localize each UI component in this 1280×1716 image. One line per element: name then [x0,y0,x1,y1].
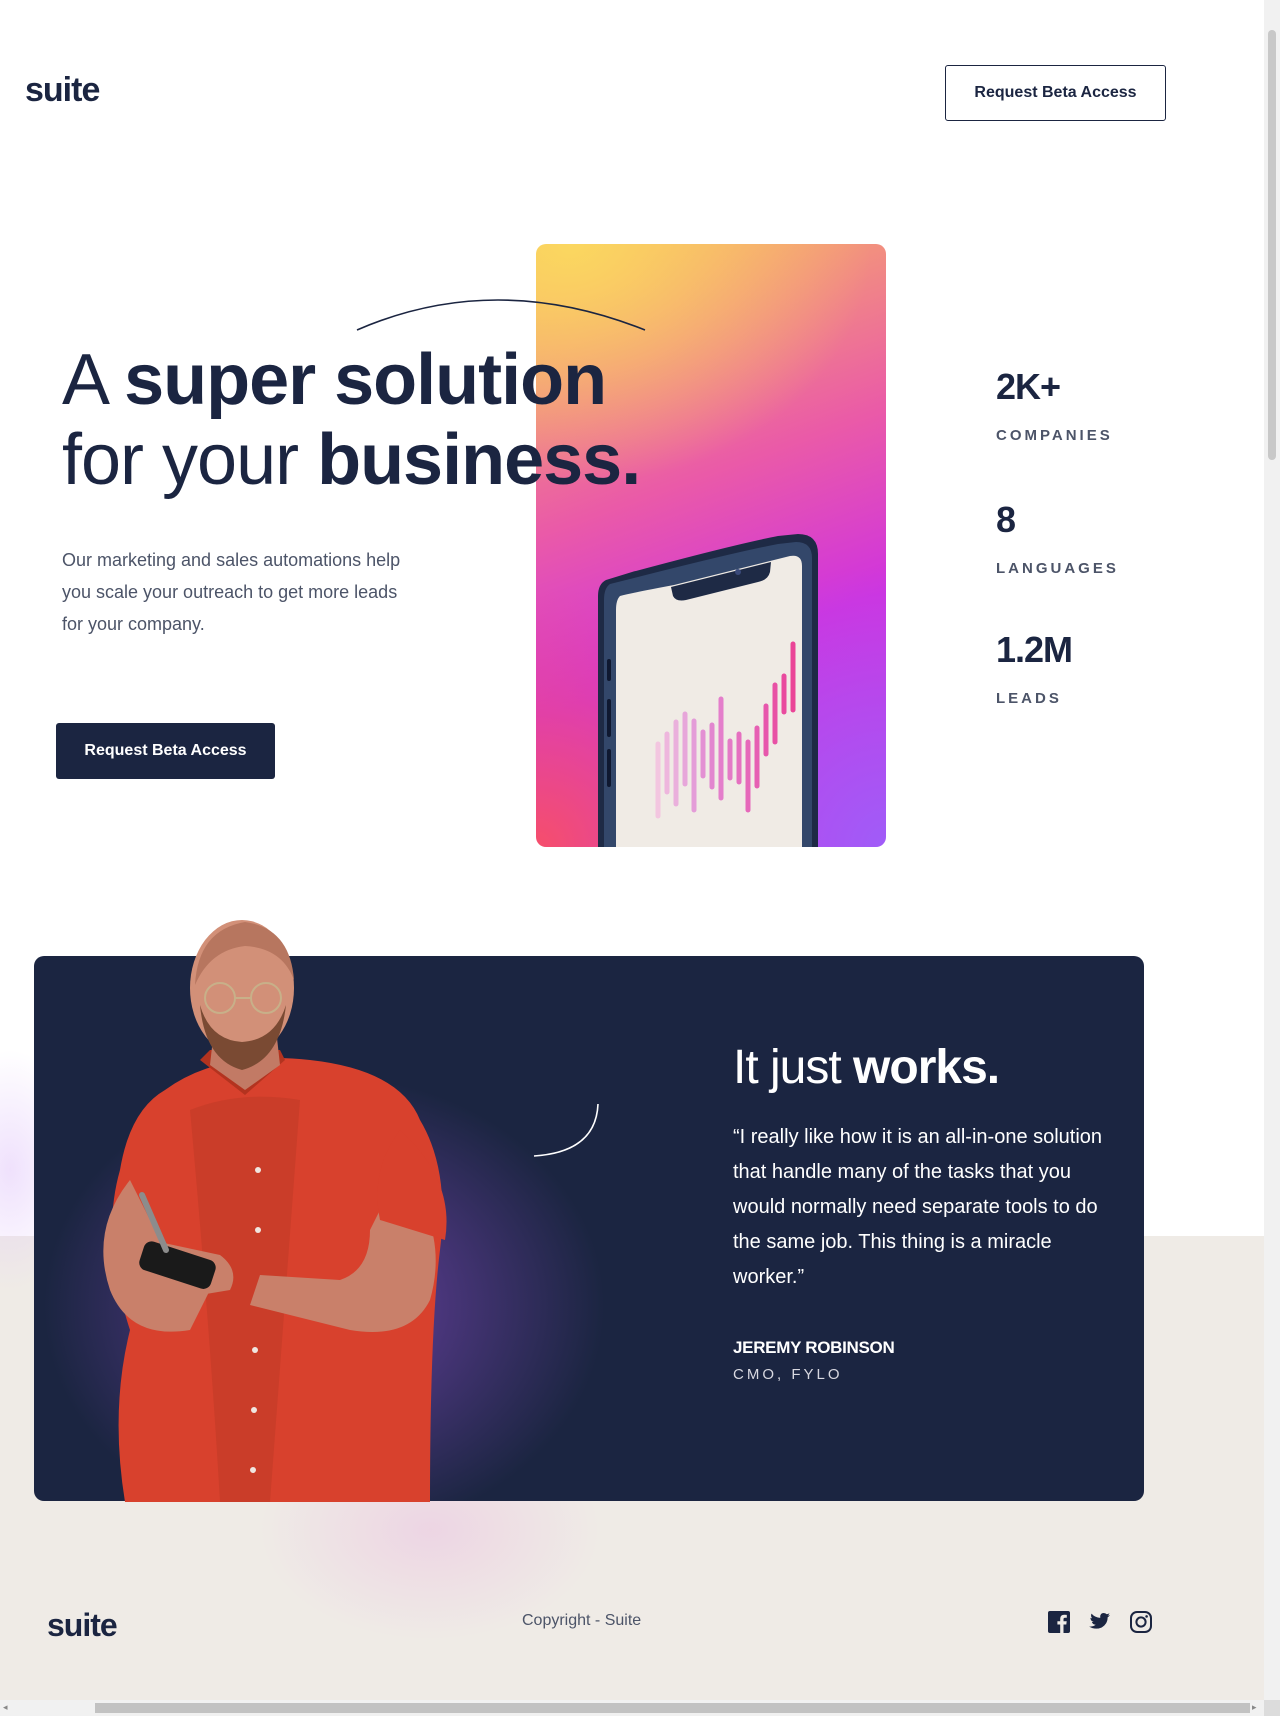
testimonial-author-name: JEREMY ROBINSON [733,1338,895,1357]
header-logo[interactable]: suite [25,70,100,110]
hero-description: Our marketing and sales automations help… [62,550,401,634]
stat-value: 1.2M [996,629,1073,670]
stat-label: COMPANIES [996,427,1113,444]
hero-request-beta-button[interactable]: Request Beta Access [56,723,275,779]
landing-page: suite Request Beta Access A super soluti… [0,0,1264,1700]
vertical-scrollbar-thumb[interactable] [1268,30,1276,460]
hero-title-bold: super solution [124,340,607,420]
testimonial-author-role: CMO, FYLO [733,1366,843,1383]
testimonial-quote: “I really like how it is an all-in-one s… [733,1126,1103,1288]
decorative-arc [533,1103,599,1157]
horizontal-scrollbar-thumb[interactable] [95,1703,1250,1713]
stat-leads: 1.2M LEADS [996,629,1196,708]
testimonial-person-image [103,920,447,1502]
scroll-right-arrow[interactable]: ▸ [1252,1703,1257,1713]
stat-languages: 8 LANGUAGES [996,499,1196,578]
hero-title-thin: A [62,340,125,420]
stat-value: 2K+ [996,366,1061,407]
testimonial-title-bold: works. [853,1041,1000,1094]
hero-title: A super solution for your business. [62,340,762,500]
facebook-icon[interactable] [1047,1610,1071,1634]
header-request-beta-button[interactable]: Request Beta Access [945,65,1166,121]
stat-label: LANGUAGES [996,560,1119,577]
hero-title-thin: for your [62,420,318,500]
hero-title-bold: business. [317,420,641,500]
stat-label: LEADS [996,690,1062,707]
scrollbar-corner [1264,1700,1280,1716]
footer-copyright: Copyright - Suite [522,1612,642,1629]
stat-companies: 2K+ COMPANIES [996,366,1196,445]
testimonial-title: It just works. [733,1040,1133,1096]
twitter-icon[interactable] [1087,1610,1111,1634]
instagram-icon[interactable] [1129,1610,1153,1634]
stat-value: 8 [996,499,1016,540]
scroll-left-arrow[interactable]: ◂ [3,1703,8,1713]
decorative-arc [356,299,646,331]
footer-logo[interactable]: suite [47,1605,118,1645]
testimonial-title-thin: It just [733,1041,854,1094]
